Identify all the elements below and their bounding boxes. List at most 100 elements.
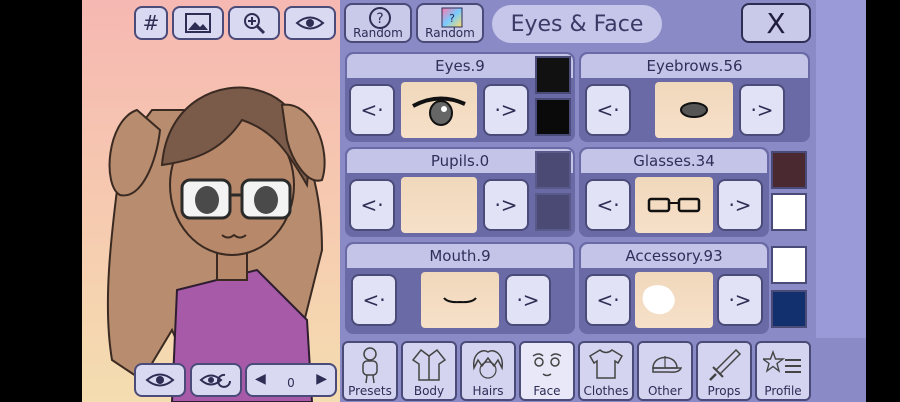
accessory-next-button[interactable]: ·>: [717, 274, 763, 326]
eyebrows-next-button[interactable]: ·>: [739, 84, 785, 136]
pose-selector[interactable]: ◀ 0 ▶: [245, 363, 337, 397]
chevron-right-icon: ·>: [728, 193, 752, 217]
image-icon: [185, 13, 211, 33]
zoom-in-icon: [244, 13, 266, 35]
pupils-color-2-swatch: [535, 193, 571, 231]
close-icon: X: [766, 6, 786, 40]
svg-text:?: ?: [449, 12, 455, 25]
accessory-preview[interactable]: [635, 272, 713, 328]
tab-props-label: Props: [707, 384, 741, 398]
chevron-left-icon: <·: [362, 288, 386, 312]
random-colors-label: Random: [353, 26, 403, 40]
panel-title: Eyes & Face: [492, 5, 662, 43]
accessory-color-1-swatch[interactable]: [771, 246, 807, 284]
chevron-right-icon: ·>: [728, 288, 752, 312]
zoom-button[interactable]: [228, 6, 280, 40]
eye-icon: [145, 373, 175, 387]
eyes-preview[interactable]: [401, 82, 477, 138]
chevron-left-icon: <·: [596, 288, 620, 312]
mouth-prev-button[interactable]: <·: [351, 274, 397, 326]
eyes-next-button[interactable]: ·>: [483, 84, 529, 136]
person-icon: [362, 347, 378, 384]
cap-icon: [652, 356, 683, 373]
eyes-color-2-swatch[interactable]: [535, 98, 571, 136]
tab-face-label: Face: [533, 384, 561, 398]
tab-presets[interactable]: Presets: [342, 341, 398, 401]
sword-icon: [709, 348, 742, 381]
accessory-prev-button[interactable]: <·: [585, 274, 631, 326]
tab-other[interactable]: Other: [637, 341, 693, 401]
mouth-style-icon: [443, 297, 477, 304]
tab-clothes[interactable]: Clothes: [578, 341, 634, 401]
close-button[interactable]: X: [741, 3, 811, 43]
eye-icon: [295, 16, 325, 30]
tab-hairs-label: Hairs: [472, 384, 504, 398]
mouth-card: Mouth.9 <· ·>: [345, 242, 575, 334]
hide-ui-button[interactable]: [134, 363, 186, 397]
accessory-color-2-swatch[interactable]: [771, 290, 807, 328]
pupils-prev-button[interactable]: <·: [349, 179, 395, 231]
tab-hairs[interactable]: Hairs: [460, 341, 516, 401]
eyebrows-title: Eyebrows.56: [581, 54, 808, 78]
tab-profile[interactable]: Profile: [755, 341, 811, 401]
jacket-icon: [411, 348, 447, 381]
hair-icon: [473, 350, 503, 379]
tab-props[interactable]: Props: [696, 341, 752, 401]
chevron-left-icon: <·: [360, 193, 384, 217]
mouth-preview[interactable]: [421, 272, 499, 328]
random-face-label: Random: [425, 26, 475, 40]
reset-view-button[interactable]: [190, 363, 242, 397]
mouth-next-button[interactable]: ·>: [505, 274, 551, 326]
accessory-style-icon: [642, 285, 675, 315]
eyes-color-1-swatch[interactable]: [535, 56, 571, 94]
tab-profile-label: Profile: [764, 384, 802, 398]
hash-icon: #: [142, 11, 160, 35]
pupils-preview[interactable]: [401, 177, 477, 233]
character-preview[interactable]: [82, 0, 340, 402]
pupils-next-button[interactable]: ·>: [483, 179, 529, 231]
background-button[interactable]: [172, 6, 224, 40]
eyes-prev-button[interactable]: <·: [349, 84, 395, 136]
pose-next-arrow-icon[interactable]: ▶: [316, 371, 327, 387]
chevron-right-icon: ·>: [494, 193, 518, 217]
svg-text:?: ?: [376, 11, 383, 27]
eye-refresh-icon: [199, 373, 231, 388]
shirt-icon: [588, 349, 624, 379]
tab-face[interactable]: Face: [519, 341, 575, 401]
tab-presets-label: Presets: [348, 384, 392, 398]
glasses-prev-button[interactable]: <·: [585, 179, 631, 231]
chevron-left-icon: <·: [596, 193, 620, 217]
chevron-right-icon: ·>: [516, 288, 540, 312]
tab-other-label: Other: [647, 384, 683, 398]
glasses-color-1-swatch[interactable]: [771, 151, 807, 189]
eye-style-icon: [412, 96, 466, 126]
tab-body[interactable]: Body: [401, 341, 457, 401]
accessory-card: Accessory.93 <· ·>: [579, 242, 769, 334]
eyebrows-preview[interactable]: [655, 82, 733, 138]
tab-body-label: Body: [413, 384, 445, 398]
glasses-preview[interactable]: [635, 177, 713, 233]
random-face-button[interactable]: ? Random: [416, 3, 484, 43]
glasses-color-2-swatch[interactable]: [771, 193, 807, 231]
chevron-left-icon: <·: [596, 98, 620, 122]
tab-clothes-label: Clothes: [583, 384, 629, 398]
chevron-left-icon: <·: [360, 98, 384, 122]
glasses-title: Glasses.34: [581, 149, 767, 173]
mouth-title: Mouth.9: [347, 244, 573, 268]
visibility-button[interactable]: [284, 6, 336, 40]
glasses-next-button[interactable]: ·>: [717, 179, 763, 231]
eyebrows-card: Eyebrows.56 <· ·>: [579, 52, 810, 142]
eyebrows-prev-button[interactable]: <·: [585, 84, 631, 136]
character-stage: [82, 0, 340, 402]
glasses-card: Glasses.34 <· ·>: [579, 147, 769, 237]
chevron-right-icon: ·>: [750, 98, 774, 122]
eyebrow-style-icon: [680, 102, 708, 118]
star-list-icon: [763, 349, 801, 373]
grid-toggle-button[interactable]: #: [134, 6, 168, 40]
chevron-right-icon: ·>: [494, 98, 518, 122]
accessory-title: Accessory.93: [581, 244, 767, 268]
pupils-color-1-swatch: [535, 151, 571, 189]
random-colors-button[interactable]: ? Random: [344, 3, 412, 43]
face-icon: [532, 353, 562, 377]
glasses-icon: [647, 197, 701, 213]
